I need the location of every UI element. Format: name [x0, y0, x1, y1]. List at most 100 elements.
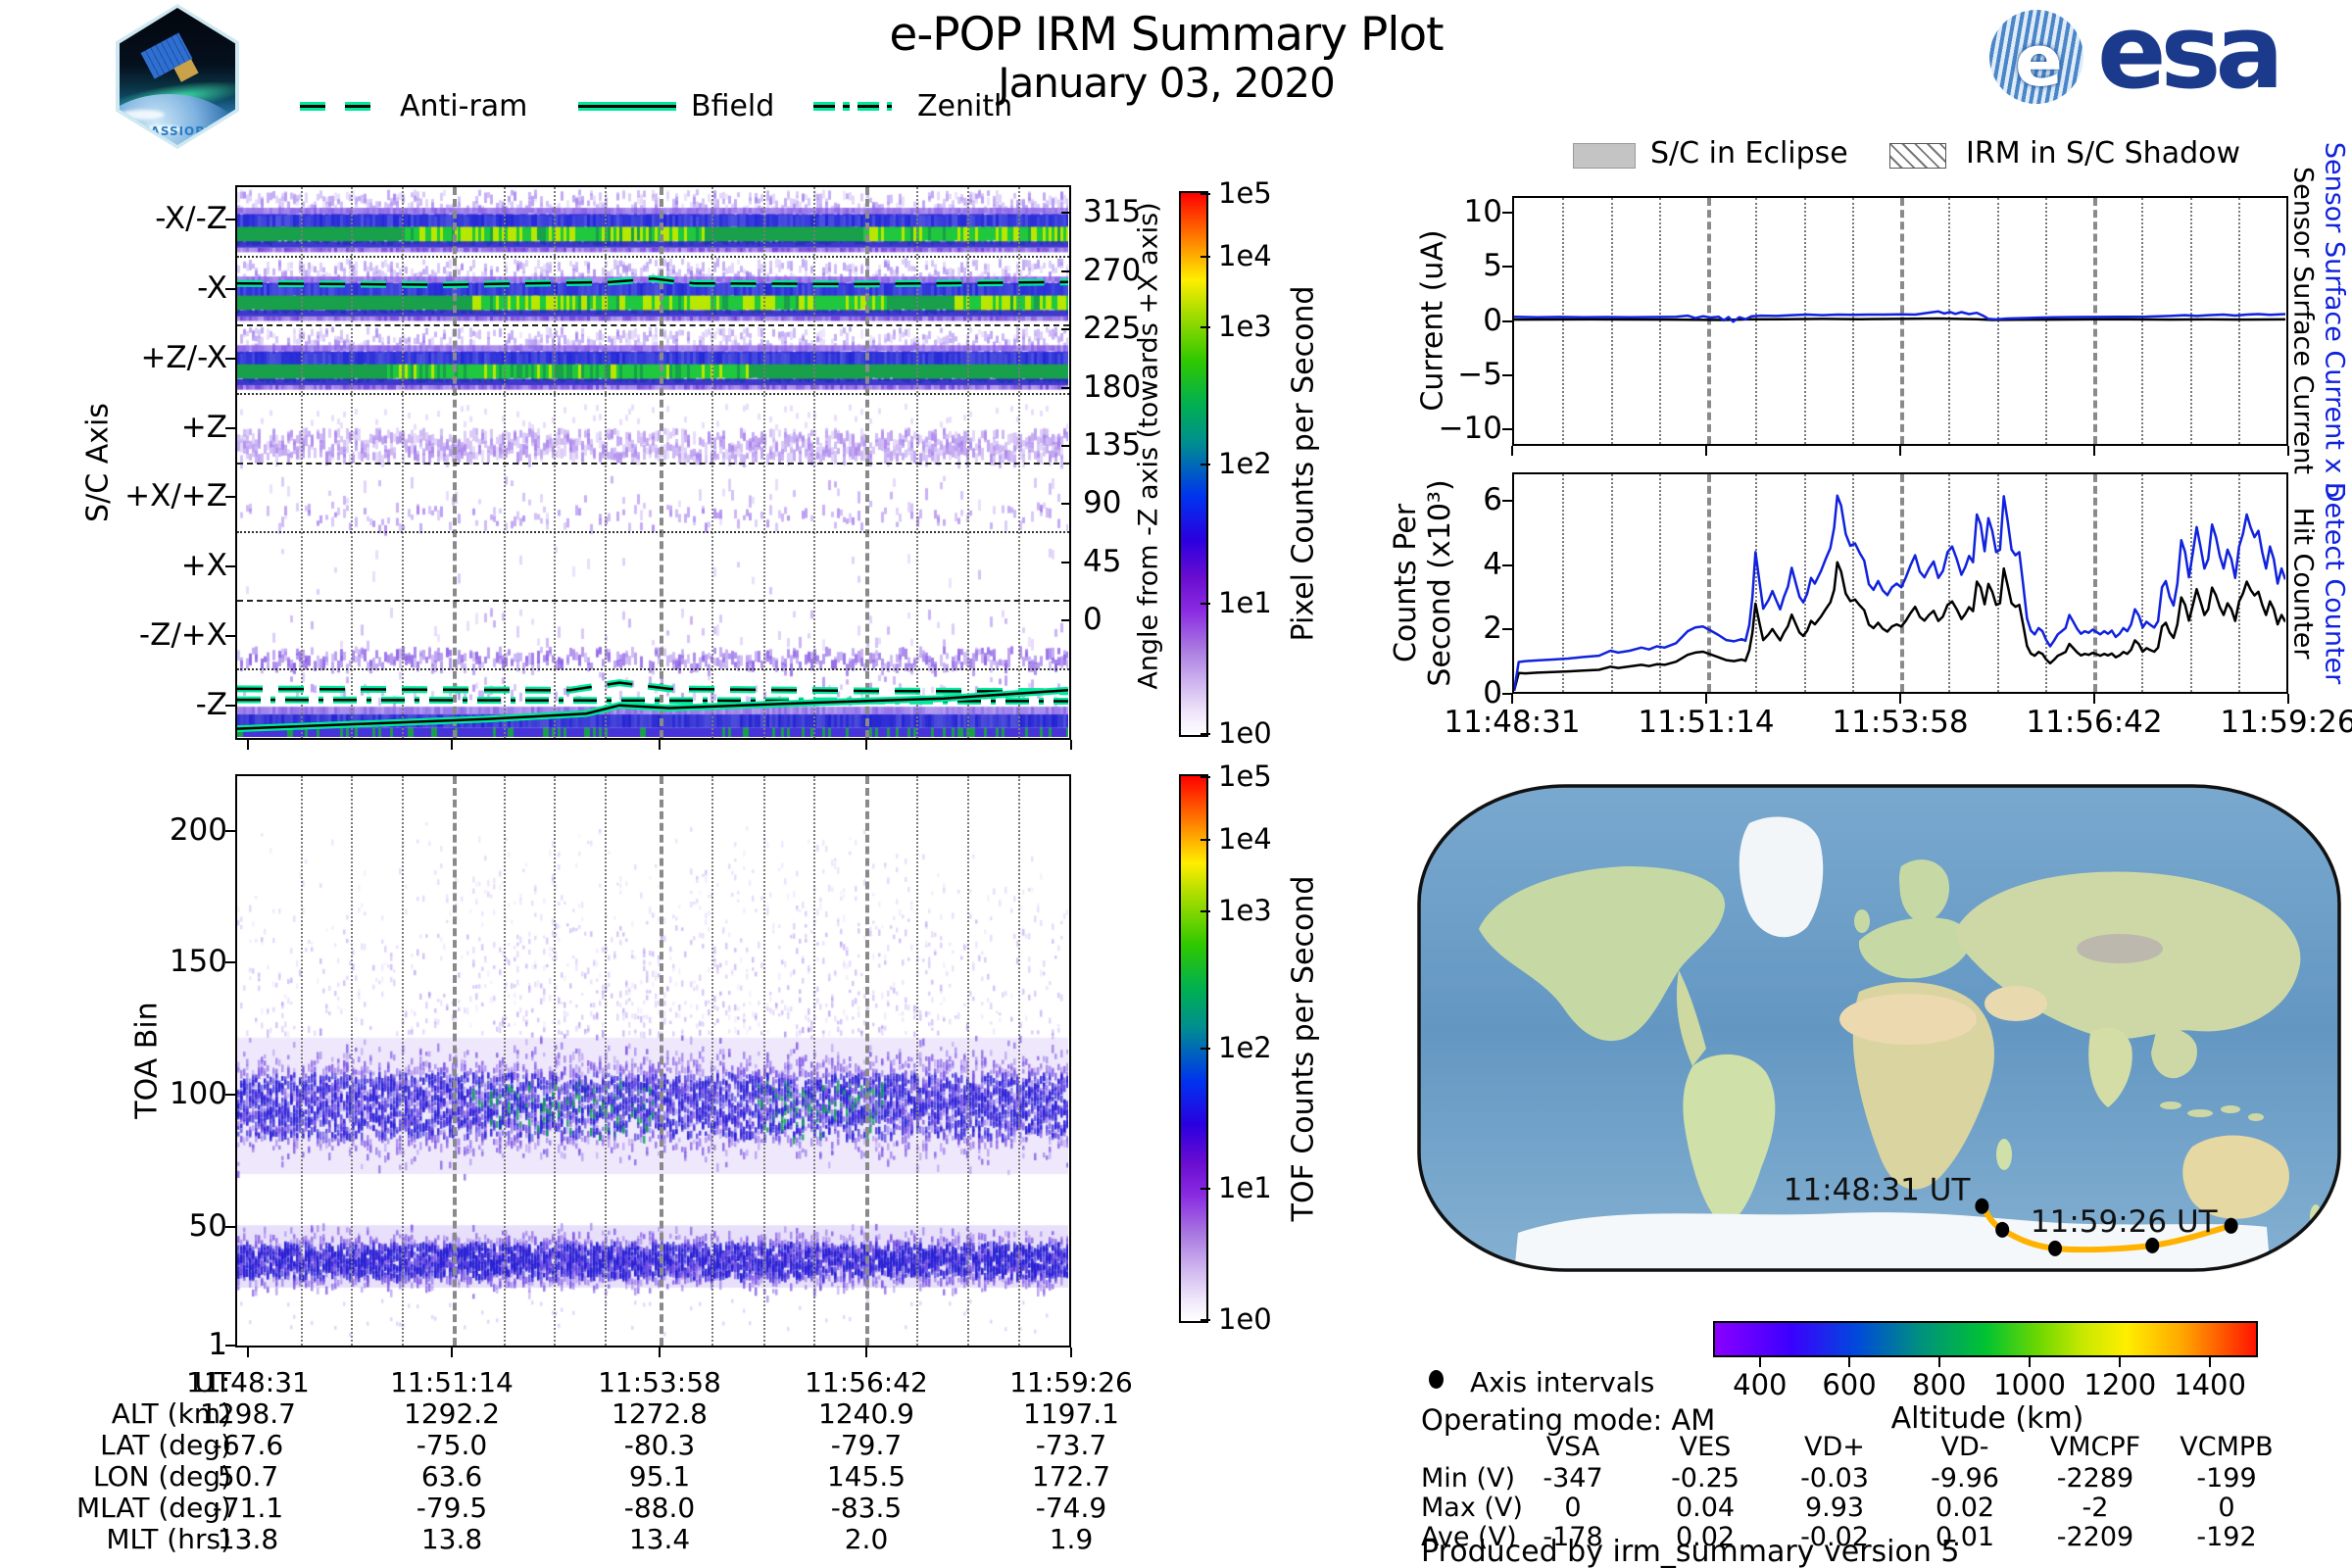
y-tick: [1502, 211, 1512, 214]
sc-axis-row-label: -X: [197, 270, 227, 307]
altitude-tick: [1758, 1357, 1761, 1367]
sensor-surface-current-label: Sensor Surface Current: [2287, 167, 2319, 474]
irm-shadow-swatch: [1889, 143, 1946, 169]
major-gridline: [660, 776, 664, 1346]
ephemeris-value: 11:56:42: [805, 1366, 928, 1398]
voltage-value: -0.03: [1800, 1463, 1869, 1494]
colorbar-tick: [1200, 192, 1210, 195]
ephemeris-value: 1197.1: [1023, 1397, 1119, 1430]
y-tick-label: −10: [1438, 411, 1502, 447]
voltage-column-header: VD+: [1804, 1432, 1865, 1462]
ephemeris-value: 95.1: [628, 1460, 691, 1493]
eclipse-swatch: [1573, 143, 1636, 169]
time-tick-label: 11:51:14: [1638, 705, 1775, 740]
colorbar-tick-label: 1e3: [1218, 310, 1272, 344]
ephemeris-value: -83.5: [830, 1492, 903, 1524]
x-tick: [2093, 446, 2095, 456]
ephemeris-value: 11:59:26: [1009, 1366, 1133, 1398]
ephemeris-value: -79.5: [416, 1492, 488, 1524]
y-tick: [225, 426, 235, 429]
produced-by: Produced by irm_summary version 5: [1421, 1535, 1960, 1568]
row-separator: [237, 462, 1069, 465]
ephemeris-value: 1240.9: [818, 1397, 914, 1430]
track-end-time-label: 11:59:26 UT: [2031, 1204, 2219, 1240]
x-tick: [865, 740, 867, 750]
sc-axis-row-label: -X/-Z: [155, 201, 227, 237]
pixel-counts-colorbar-label: Pixel Counts per Second: [1286, 285, 1321, 642]
legend-irm-shadow-label: IRM in S/C Shadow: [1966, 136, 2241, 171]
ephemeris-value: -67.6: [212, 1429, 284, 1461]
minor-gridline: [351, 776, 354, 1346]
ephemeris-value: -71.1: [212, 1492, 284, 1524]
voltage-value: -192: [2196, 1522, 2257, 1552]
cassiope-mission-patch-icon: CASSIOPE: [116, 4, 239, 149]
angle-tick-label: 270: [1083, 252, 1142, 288]
ephemeris-value: 1298.7: [200, 1397, 296, 1430]
cassiope-patch-art: CASSIOPE: [120, 8, 235, 145]
x-tick: [450, 1348, 453, 1357]
voltage-value: 0.02: [1935, 1493, 1995, 1523]
y-tick: [225, 219, 235, 221]
counts-plot: [1512, 472, 2288, 694]
minor-gridline: [710, 776, 713, 1346]
sc-axis-row-label: +X: [180, 548, 227, 584]
ephemeris-value: 63.6: [420, 1460, 483, 1493]
axis-intervals-label: Axis intervals: [1470, 1366, 1655, 1398]
ephemeris-value: 145.5: [826, 1460, 906, 1493]
ephemeris-value: 1272.8: [612, 1397, 708, 1430]
row-separator: [237, 324, 1069, 327]
y-tick: [225, 1345, 235, 1348]
colorbar-tick: [1200, 1187, 1210, 1190]
y-tick: [1061, 445, 1071, 448]
minor-gridline: [813, 776, 816, 1346]
epop-irm-summary-page: CASSIOPE e-POP IRM Summary Plot January …: [0, 0, 2352, 1568]
ephemeris-value: -80.3: [623, 1429, 696, 1461]
bfield-line-swatch: [578, 102, 676, 111]
altitude-tick: [1848, 1357, 1850, 1367]
voltage-column-header: VD-: [1940, 1432, 1989, 1462]
current-series: [1514, 310, 2285, 323]
y-tick: [225, 960, 235, 963]
altitude-colorbar-label: Altitude (km): [1890, 1401, 2084, 1436]
voltage-value: -199: [2196, 1463, 2257, 1494]
colorbar-tick: [1200, 775, 1210, 778]
axis-interval-dot: [2224, 1217, 2238, 1234]
esa-globe-e: e: [2015, 20, 2063, 102]
y-tick: [225, 829, 235, 832]
x-tick: [1511, 446, 1513, 456]
current-plot: [1512, 196, 2288, 446]
voltage-value: 9.93: [1804, 1493, 1865, 1523]
y-tick: [225, 496, 235, 499]
y-tick-label: 10: [1463, 193, 1502, 229]
legend-anti-ram-label: Anti-ram: [400, 89, 528, 123]
minor-gridline: [915, 776, 918, 1346]
toa-tick-label: 200: [169, 811, 227, 848]
x-tick: [246, 740, 249, 750]
ephemeris-value: 1.9: [1049, 1523, 1094, 1555]
x-tick: [1899, 446, 1901, 456]
legend-eclipse-label: S/C in Eclipse: [1650, 136, 1848, 171]
minor-gridline: [554, 776, 557, 1346]
ephemeris-value: -74.9: [1035, 1492, 1107, 1524]
colorbar-tick: [1200, 733, 1210, 736]
sc-axis-spectrogram: [235, 185, 1071, 740]
ephemeris-value: -75.0: [416, 1429, 488, 1461]
x-tick: [2093, 694, 2095, 704]
colorbar-tick-label: 1e2: [1218, 1031, 1272, 1064]
ephemeris-value: -88.0: [623, 1492, 696, 1524]
toa-tick-label: 100: [169, 1076, 227, 1111]
ephemeris-value: -79.7: [830, 1429, 903, 1461]
x-tick: [1705, 446, 1707, 456]
voltage-value: 0: [1564, 1493, 1582, 1523]
y-tick: [225, 565, 235, 568]
angle-tick-label: 225: [1083, 311, 1142, 347]
y-tick-label: 0: [1483, 302, 1502, 338]
world-map: 11:48:31 UT 11:59:26 UT: [1417, 784, 2341, 1272]
colorbar-tick: [1200, 463, 1210, 466]
zenith-line-swatch: [813, 102, 892, 111]
x-tick: [450, 740, 453, 750]
anti-ram-line-swatch: [300, 102, 384, 111]
row-separator: [237, 599, 1069, 602]
major-gridline: [452, 776, 457, 1346]
angle-axis-label: Angle from -Z axis (towards +X axis): [1133, 202, 1164, 690]
